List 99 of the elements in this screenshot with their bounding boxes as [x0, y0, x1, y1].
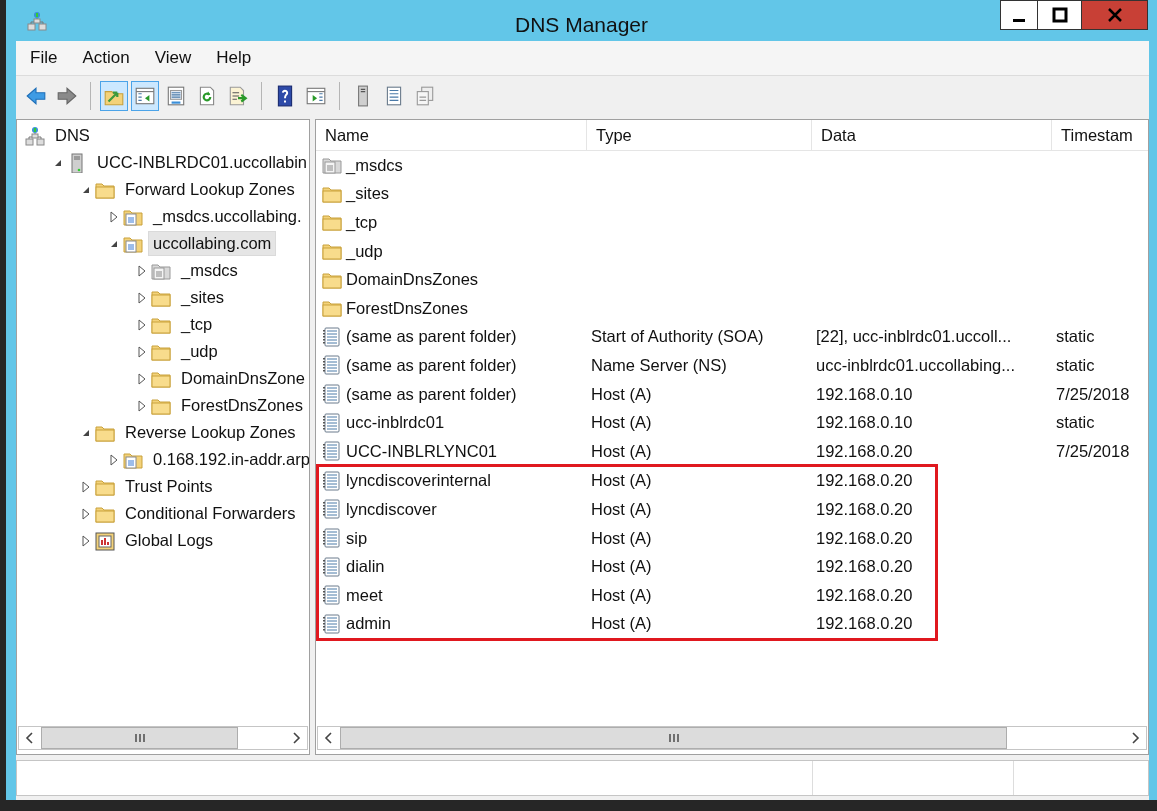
- table-cell: 192.168.0.20: [816, 499, 913, 519]
- tree-item[interactable]: _tcp: [176, 312, 218, 337]
- horizontal-scrollbar[interactable]: [317, 726, 1147, 750]
- tree-item[interactable]: UCC-INBLRDC01.uccollabin: [92, 150, 309, 175]
- menu-item[interactable]: File: [30, 48, 58, 68]
- table-cell-text: Host (A): [591, 528, 653, 548]
- record-icon: [322, 412, 342, 433]
- table-cell-text: Host (A): [591, 499, 653, 519]
- folder-icon: [322, 212, 342, 233]
- record-name[interactable]: _sites: [346, 184, 591, 204]
- table-cell-text: Host (A): [591, 413, 653, 433]
- maximize-icon: [1051, 7, 1068, 23]
- record-name[interactable]: _udp: [346, 241, 591, 261]
- table-cell-text: ucc-inblrdc01.uccollabing...: [816, 355, 1017, 375]
- tree-item[interactable]: 0.168.192.in-addr.arp: [148, 447, 309, 472]
- record-name[interactable]: _tcp: [346, 213, 591, 232]
- record-name[interactable]: _msdcs: [346, 155, 591, 175]
- tree-item[interactable]: DomainDnsZone: [176, 366, 309, 391]
- tree-item[interactable]: _udp: [176, 339, 223, 364]
- record-name[interactable]: lyncdiscoverinternal: [346, 471, 591, 491]
- record-name[interactable]: (same as parent folder): [346, 355, 591, 375]
- horizontal-scrollbar[interactable]: [18, 726, 308, 750]
- tree-item[interactable]: Global Logs: [120, 528, 219, 553]
- record-icon: [322, 528, 342, 548]
- record-name[interactable]: ForestDnsZones: [346, 298, 591, 318]
- table-cell: static: [1056, 413, 1095, 433]
- table-cell: 192.168.0.20: [816, 585, 913, 605]
- table-cell: 192.168.0.20: [816, 614, 913, 634]
- table-cell: 192.168.0.20: [816, 557, 913, 577]
- table-cell-text: Host (A): [591, 471, 653, 491]
- record-icon: [322, 556, 342, 577]
- table-cell-text: Host (A): [591, 557, 653, 577]
- log-icon: [95, 530, 115, 551]
- record-icon: [322, 441, 342, 462]
- record-name[interactable]: dialin: [346, 557, 591, 577]
- table-cell-text: 192.168.0.10: [816, 413, 914, 433]
- close-button[interactable]: [1081, 0, 1148, 30]
- menu-item[interactable]: View: [154, 48, 192, 68]
- column-header[interactable]: Type: [587, 120, 812, 150]
- maximize-button[interactable]: [1037, 0, 1082, 30]
- record-name[interactable]: lyncdiscover: [346, 499, 591, 519]
- record-name[interactable]: (same as parent folder): [346, 327, 591, 347]
- window-title: DNS Manager: [513, 13, 650, 37]
- table-cell-text: Host (A): [591, 585, 653, 605]
- tree-item[interactable]: Forward Lookup Zones: [120, 177, 300, 202]
- record-icon: [322, 585, 342, 606]
- record-icon: [322, 384, 342, 405]
- table-cell-text: Name Server (NS): [591, 355, 728, 375]
- tree-item[interactable]: DNS: [50, 123, 95, 148]
- tree-item[interactable]: ForestDnsZones: [176, 393, 308, 418]
- menu-item[interactable]: Action: [82, 48, 130, 68]
- close-icon: [1106, 7, 1123, 23]
- table-cell: 192.168.0.20: [816, 528, 913, 548]
- record-name[interactable]: meet: [346, 585, 591, 605]
- table-cell-text: 192.168.0.10: [816, 384, 914, 404]
- zone-icon: [322, 155, 342, 176]
- table-cell: static: [1056, 327, 1095, 347]
- tree-item[interactable]: uccollabing.com: [148, 231, 277, 256]
- tree-item[interactable]: _sites: [176, 285, 230, 310]
- folder-icon: [322, 298, 342, 319]
- table-cell: 7/25/2018: [1056, 441, 1130, 461]
- record-icon: [322, 499, 342, 520]
- folder-up-icon[interactable]: [100, 81, 128, 111]
- tree-item[interactable]: _msdcs.uccollabing.: [148, 204, 307, 229]
- tree-item[interactable]: Reverse Lookup Zones: [120, 420, 301, 445]
- table-cell-text: 192.168.0.20: [816, 441, 914, 461]
- record-icon: [322, 613, 342, 634]
- panel-icon[interactable]: [131, 81, 159, 111]
- record-name[interactable]: ucc-inblrdc01: [346, 413, 591, 433]
- record-icon: [322, 326, 342, 347]
- scroll-thumb[interactable]: [41, 727, 238, 749]
- table-cell: static: [1056, 355, 1095, 375]
- record-name[interactable]: UCC-INBLRLYNC01: [346, 441, 591, 461]
- record-icon: [322, 470, 342, 491]
- record-name[interactable]: sip: [346, 528, 591, 548]
- table-cell: 7/25/2018: [1056, 384, 1130, 404]
- tree-item[interactable]: Trust Points: [120, 474, 218, 499]
- minimize-icon: [1013, 18, 1025, 22]
- table-cell-text: [22], ucc-inblrdc01.uccoll...: [816, 327, 1013, 347]
- minimize-button[interactable]: [1000, 0, 1038, 30]
- menu-item[interactable]: Help: [216, 48, 252, 68]
- column-header[interactable]: Timestam: [1052, 120, 1148, 150]
- column-header[interactable]: Data: [812, 120, 1052, 150]
- record-name[interactable]: DomainDnsZones: [346, 270, 591, 290]
- table-cell-text: Start of Authority (SOA): [591, 327, 765, 347]
- record-icon: [322, 355, 342, 376]
- table-cell-text: Host (A): [591, 384, 653, 404]
- table-cell-text: Host (A): [591, 614, 653, 634]
- folder-icon: [322, 241, 342, 262]
- network-icon: [25, 125, 45, 146]
- tree-item[interactable]: _msdcs: [176, 258, 243, 283]
- tree-item[interactable]: Conditional Forwarders: [120, 501, 301, 526]
- record-name[interactable]: admin: [346, 614, 591, 634]
- scroll-thumb[interactable]: [340, 727, 1007, 749]
- column-header[interactable]: Name: [316, 120, 587, 150]
- table-cell: 192.168.0.20: [816, 471, 913, 491]
- record-name[interactable]: (same as parent folder): [346, 384, 591, 404]
- network-icon[interactable]: [27, 10, 47, 32]
- table-cell-text: Host (A): [591, 441, 653, 461]
